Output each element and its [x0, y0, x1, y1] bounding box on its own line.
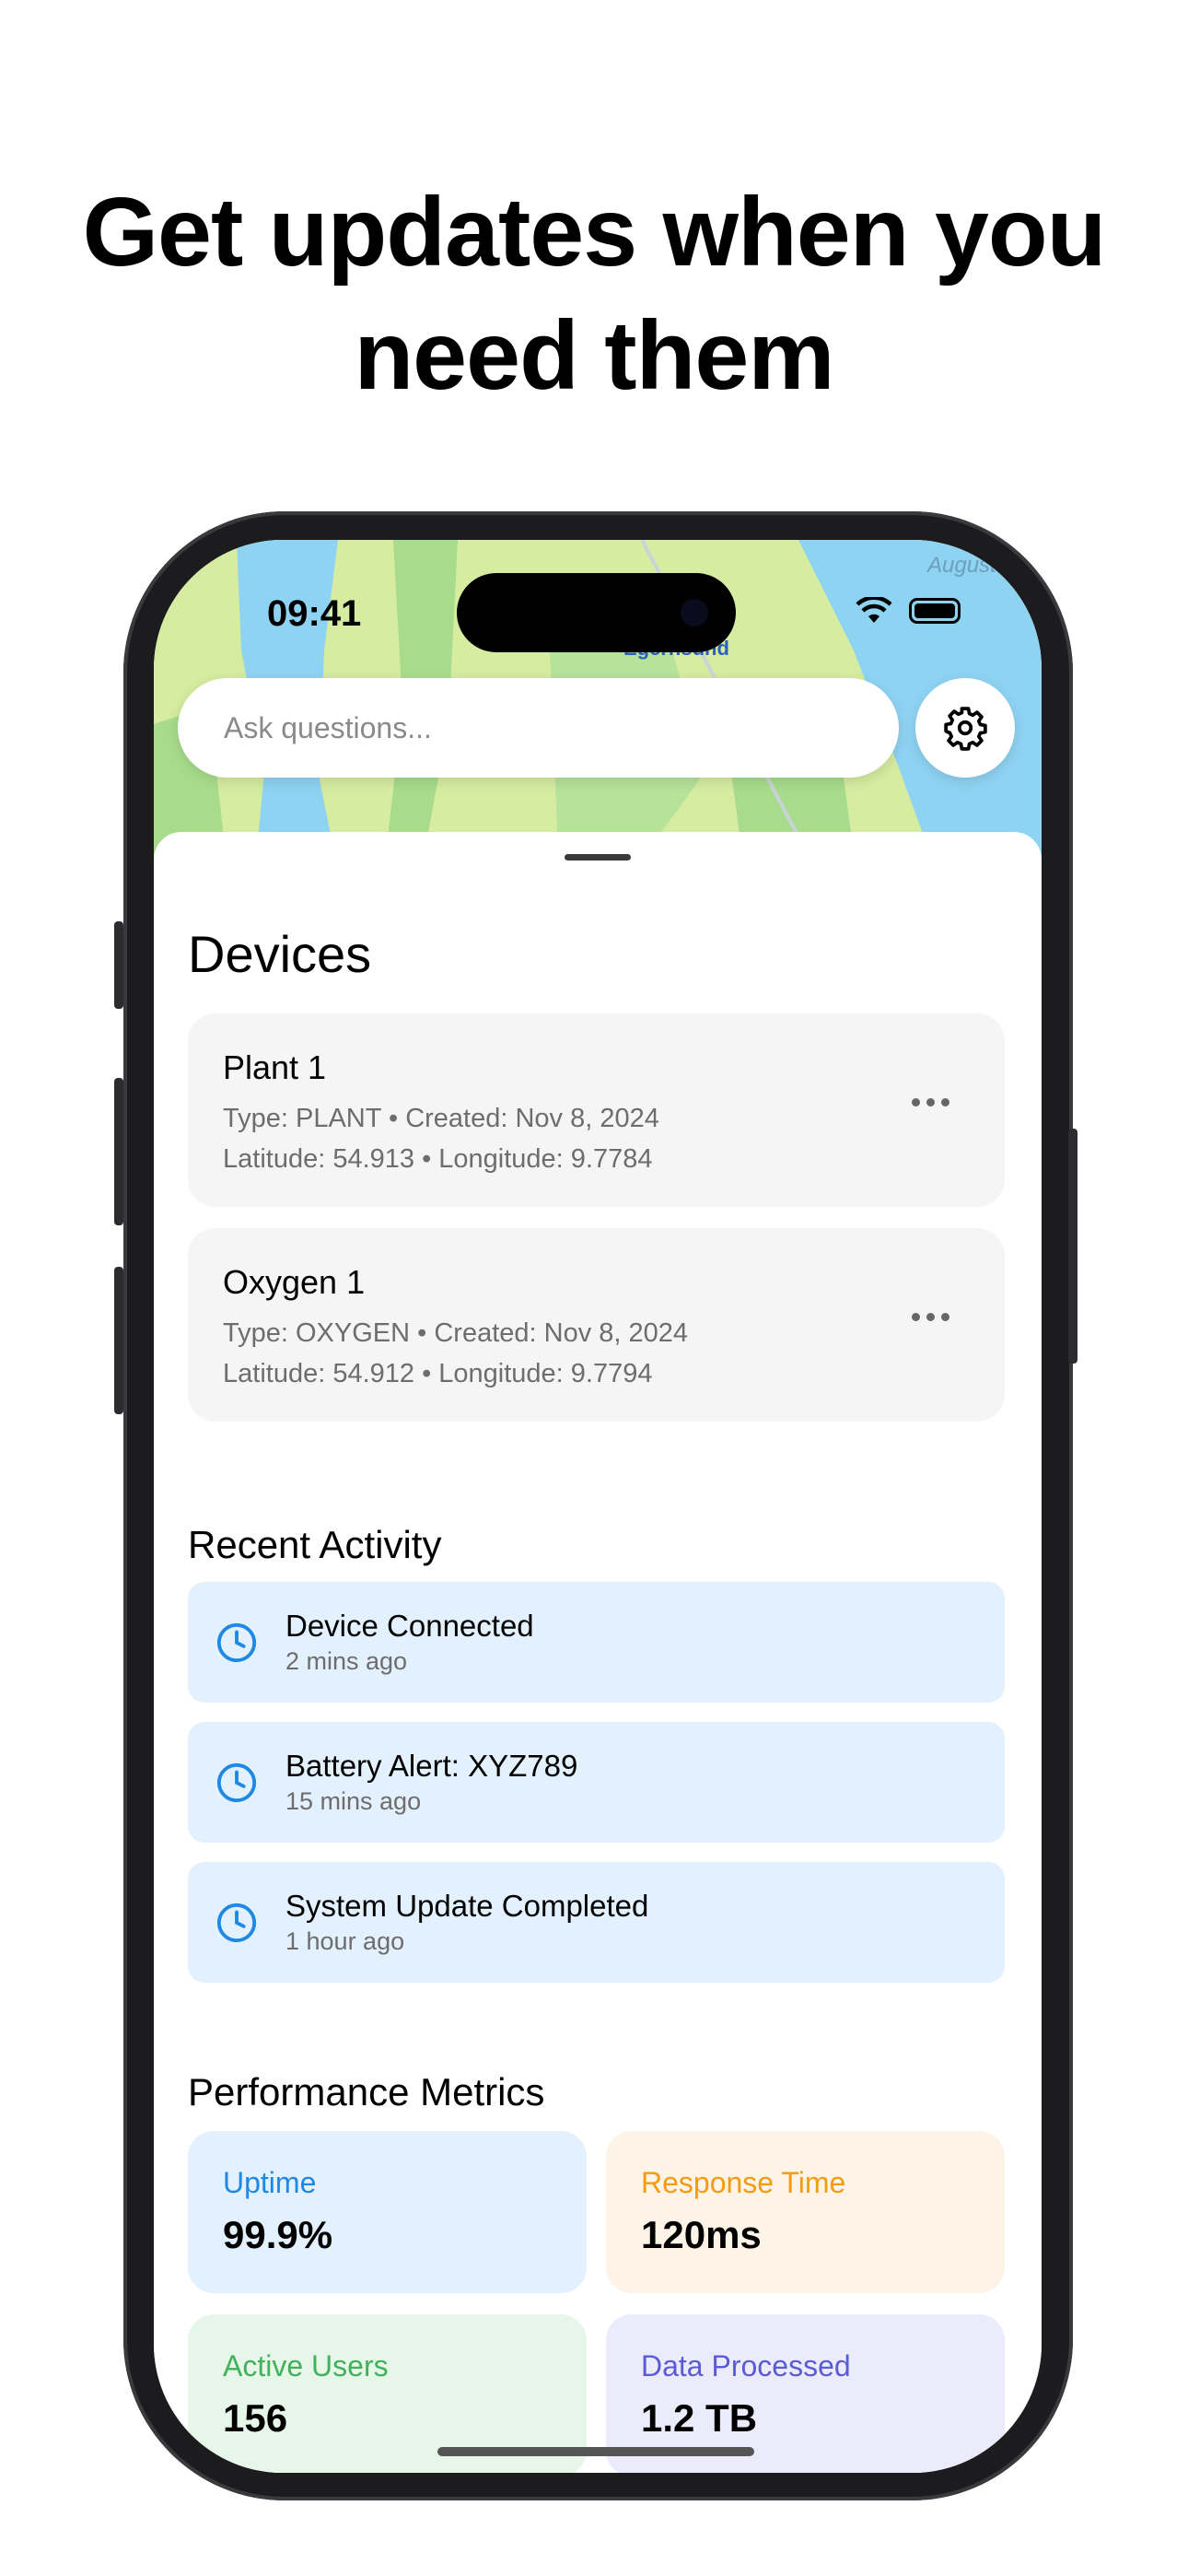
metric-card-uptime: Uptime 99.9% [188, 2131, 587, 2293]
activity-item[interactable]: Device Connected 2 mins ago [188, 1582, 1005, 1703]
device-card[interactable]: Oxygen 1 Type: OXYGEN • Created: Nov 8, … [188, 1228, 1005, 1422]
dynamic-island [457, 573, 736, 652]
action-button [114, 921, 123, 1009]
status-time: 09:41 [267, 593, 362, 634]
camera-icon [681, 599, 708, 626]
volume-up-button [114, 1078, 123, 1225]
performance-metrics-title: Performance Metrics [188, 2070, 545, 2113]
phone-screen: Egernsund Augustenborg Fjord 09:41 Ask q… [154, 540, 1042, 2473]
battery-icon [909, 598, 961, 624]
clock-icon [216, 1762, 257, 1802]
activity-item[interactable]: Battery Alert: XYZ789 15 mins ago [188, 1722, 1005, 1843]
search-input[interactable]: Ask questions... [178, 678, 899, 778]
wifi-icon [856, 597, 892, 623]
gear-icon [944, 707, 987, 751]
recent-activity-title: Recent Activity [188, 1523, 442, 1566]
metric-card-response-time: Response Time 120ms [606, 2131, 1005, 2293]
more-options-icon[interactable] [912, 1313, 949, 1321]
more-options-icon[interactable] [912, 1098, 949, 1107]
bottom-sheet: Devices Plant 1 Type: PLANT • Created: N… [154, 832, 1042, 2473]
devices-title: Devices [188, 925, 372, 983]
activity-item[interactable]: System Update Completed 1 hour ago [188, 1862, 1005, 1983]
clock-icon [216, 1622, 257, 1662]
home-indicator[interactable] [437, 2447, 754, 2456]
settings-button[interactable] [915, 678, 1015, 778]
status-icons [856, 597, 961, 625]
sheet-drag-handle[interactable] [565, 854, 631, 861]
map-label: Augustenborg Fjord [926, 553, 1042, 578]
clock-icon [216, 1903, 257, 1942]
side-button [1068, 1129, 1077, 1364]
device-card[interactable]: Plant 1 Type: PLANT • Created: Nov 8, 20… [188, 1013, 1005, 1207]
headline: Get updates when you need them [82, 178, 1107, 410]
volume-down-button [114, 1267, 123, 1414]
